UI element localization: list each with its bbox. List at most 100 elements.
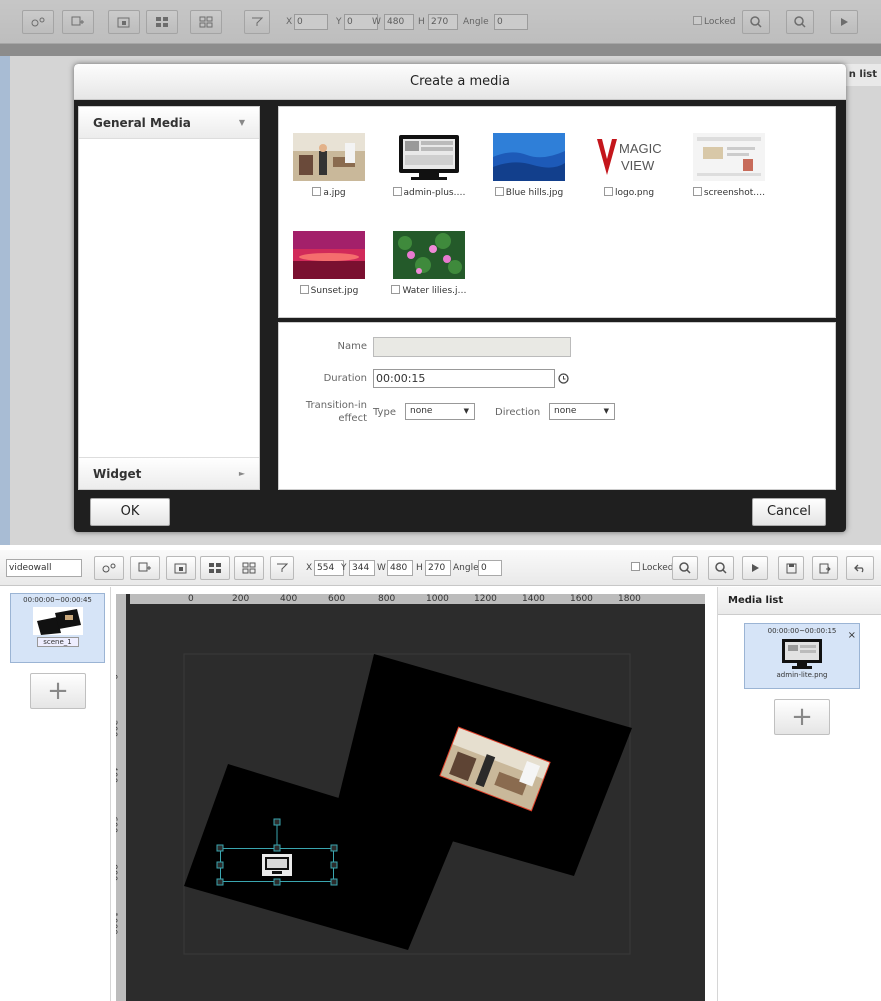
- duration-field[interactable]: 00:00:15: [373, 369, 555, 388]
- media-properties-form: Name Duration 00:00:15 Transition-in effe…: [278, 322, 836, 490]
- project-name-input[interactable]: videowall: [6, 559, 82, 577]
- sunset-thumbnail: [293, 231, 365, 279]
- filter-icon[interactable]: [270, 556, 294, 580]
- play-icon[interactable]: [830, 10, 858, 34]
- h-label: H: [416, 563, 423, 573]
- add-scene-button[interactable]: +: [30, 673, 86, 709]
- zoom-out-icon[interactable]: [672, 556, 698, 580]
- media-item-thumbnail: [782, 639, 822, 669]
- add-frame-icon[interactable]: [62, 10, 94, 34]
- media-item[interactable]: admin-plus.…: [379, 133, 479, 213]
- filter-icon[interactable]: [244, 10, 270, 34]
- angle-label: Angle: [463, 17, 489, 27]
- y-input[interactable]: 344: [349, 560, 375, 576]
- media-category-panel: General Media ▼ Widget ►: [78, 106, 260, 490]
- media-checkbox[interactable]: [312, 187, 322, 196]
- media-item[interactable]: Water lilies.j…: [379, 231, 479, 311]
- direction-select[interactable]: none ▼: [549, 403, 615, 420]
- zoom-in-icon[interactable]: [786, 10, 814, 34]
- media-item[interactable]: MAGIC VIEW logo.png: [579, 133, 679, 213]
- zoom-in-icon[interactable]: [708, 556, 734, 580]
- play-icon[interactable]: [742, 556, 768, 580]
- x-input[interactable]: 554: [314, 560, 344, 576]
- media-item[interactable]: screenshot.…: [679, 133, 779, 213]
- scene-panel: 00:00:00~00:00:45 scene_1 +: [0, 587, 111, 1001]
- water-lilies-thumbnail: [393, 231, 465, 279]
- selected-media-frame[interactable]: [216, 818, 338, 886]
- grid-icon[interactable]: [200, 556, 230, 580]
- name-field[interactable]: [373, 337, 571, 357]
- cancel-button[interactable]: Cancel: [752, 498, 826, 526]
- x-label: X: [306, 563, 313, 573]
- w-label: W: [372, 17, 381, 27]
- w-input[interactable]: 480: [384, 14, 414, 30]
- category-widget-label: Widget: [93, 467, 142, 481]
- zoom-out-icon[interactable]: [742, 10, 770, 34]
- media-item-time: 00:00:00~00:00:15: [767, 627, 837, 635]
- media-item[interactable]: a.jpg: [279, 133, 379, 213]
- add-media-icon[interactable]: [108, 10, 140, 34]
- media-list-panel: Media list 00:00:00~00:00:15 × admin-lit…: [717, 587, 881, 1001]
- scene-item[interactable]: 00:00:00~00:00:45 scene_1: [10, 593, 105, 663]
- clock-icon[interactable]: [555, 369, 571, 388]
- transition-label: Transition-in effect: [305, 400, 367, 424]
- type-select[interactable]: none ▼: [405, 403, 475, 420]
- chevron-down-icon: ▼: [238, 118, 245, 127]
- add-media-button[interactable]: +: [774, 699, 830, 735]
- chevron-right-icon: ►: [238, 469, 245, 478]
- add-frame-icon[interactable]: [130, 556, 160, 580]
- media-checkbox[interactable]: [494, 187, 504, 196]
- media-item-name: admin-lite.png: [776, 671, 828, 679]
- undo-icon[interactable]: [846, 556, 874, 580]
- h-input[interactable]: 270: [428, 14, 458, 30]
- y-label: Y: [341, 563, 347, 573]
- y-label: Y: [336, 17, 342, 27]
- category-widget[interactable]: Widget ►: [79, 457, 259, 489]
- h-label: H: [418, 17, 425, 27]
- angle-input[interactable]: 0: [478, 560, 502, 576]
- media-checkbox[interactable]: [299, 285, 309, 294]
- media-checkbox[interactable]: [391, 285, 401, 294]
- save-icon[interactable]: [778, 556, 804, 580]
- x-input[interactable]: 0: [294, 14, 328, 30]
- type-label: Type: [373, 407, 396, 418]
- w-input[interactable]: 480: [387, 560, 413, 576]
- grid-outline-icon[interactable]: [234, 556, 264, 580]
- media-item[interactable]: Sunset.jpg: [279, 231, 379, 311]
- horizontal-ruler: 0 200 400 600 800 1000 1200 1400 1600 18…: [130, 594, 705, 604]
- media-list-title: Media list: [718, 587, 881, 615]
- media-checkbox[interactable]: [692, 187, 702, 196]
- blue-hills-thumbnail: [493, 133, 565, 181]
- media-item[interactable]: Blue hills.jpg: [479, 133, 579, 213]
- h-input[interactable]: 270: [425, 560, 451, 576]
- settings-icon[interactable]: [94, 556, 124, 580]
- media-gallery: a.jpg admin-plus.… Blue hills.jpg MAGIC …: [278, 106, 836, 318]
- dialog-title: Create a media: [74, 64, 846, 100]
- media-checkbox[interactable]: [603, 187, 613, 196]
- locked-checkbox[interactable]: Locked: [631, 560, 673, 576]
- dropdown-arrow-icon: ▼: [603, 407, 609, 415]
- media-checkbox[interactable]: [392, 187, 402, 196]
- add-media-icon[interactable]: [166, 556, 196, 580]
- name-label: Name: [337, 341, 367, 352]
- export-icon[interactable]: [812, 556, 838, 580]
- remove-media-icon[interactable]: ×: [848, 631, 856, 641]
- category-general-media-label: General Media: [93, 116, 191, 130]
- wall-boundary: [183, 653, 631, 955]
- media-list-item[interactable]: 00:00:00~00:00:15 × admin-lite.png: [744, 623, 860, 689]
- angle-label: Angle: [453, 563, 479, 573]
- svg-text:MAGIC: MAGIC: [619, 141, 662, 156]
- grid-icon[interactable]: [146, 10, 178, 34]
- category-general-media[interactable]: General Media ▼: [79, 107, 259, 139]
- videowall-editor: videowall X 554 Y 344 W 480 H 270 Angle …: [0, 550, 881, 1001]
- angle-input[interactable]: 0: [494, 14, 528, 30]
- wall-canvas[interactable]: 0 200 400 600 800 1000 1200 1400 1600 18…: [116, 594, 705, 1001]
- ok-button[interactable]: OK: [90, 498, 170, 526]
- screen-frame-1: [336, 654, 632, 876]
- locked-checkbox[interactable]: Locked: [693, 14, 735, 30]
- settings-icon[interactable]: [22, 10, 54, 34]
- grid-outline-icon[interactable]: [190, 10, 222, 34]
- screenshot-thumbnail: [693, 133, 765, 181]
- vertical-ruler: 0 200 400 600 800 1000: [116, 594, 126, 1001]
- dimmed-toolbar: X 0 Y 0 W 480 H 270 Angle 0 Locked: [0, 0, 881, 44]
